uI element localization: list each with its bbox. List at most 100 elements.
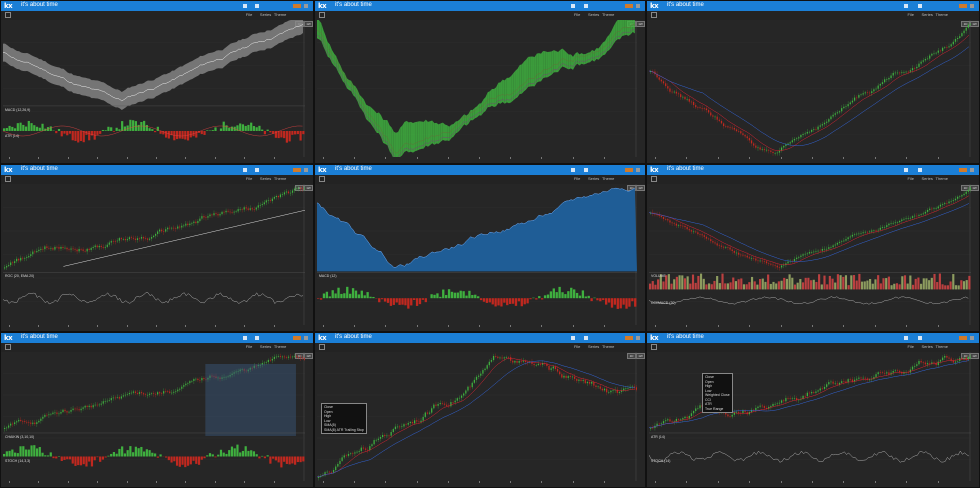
menu-series[interactable]: Series [588,344,599,349]
live-toggle-button[interactable] [625,4,633,8]
menu-file[interactable]: File [574,344,580,349]
grid-icon[interactable] [917,4,922,8]
menu-theme[interactable]: Theme [936,176,948,181]
menu-file[interactable]: File [908,344,914,349]
menu-theme[interactable]: Theme [602,12,614,17]
settings-icon[interactable] [970,4,974,8]
crosshair-tooltip: Close Open High Low SMA(5) SMA(8) ATR Tr… [321,403,367,434]
series-checkbox[interactable] [651,12,657,18]
live-toggle-button[interactable] [625,336,633,340]
menu-series[interactable]: Series [260,344,271,349]
zoom-1w-button[interactable]: 1W [304,185,313,191]
live-toggle-button[interactable] [625,168,633,172]
menu-theme[interactable]: Theme [602,176,614,181]
chart-svg[interactable] [649,20,971,157]
series-checkbox[interactable] [651,176,657,182]
menu-file[interactable]: File [574,176,580,181]
chart-svg[interactable] [649,352,971,481]
series-checkbox[interactable] [319,12,325,18]
series-checkbox[interactable] [5,176,11,182]
grid-icon[interactable] [583,168,588,172]
price-candle [371,444,373,447]
menu-series[interactable]: Series [260,12,271,17]
menu-series[interactable]: Series [260,176,271,181]
bar-chart-icon[interactable] [904,336,909,340]
bar-chart-icon[interactable] [904,168,909,172]
bar-chart-icon[interactable] [570,336,575,340]
menu-file[interactable]: File [574,12,580,17]
menu-series[interactable]: Series [588,176,599,181]
live-toggle-button[interactable] [293,336,301,340]
bar-chart-icon[interactable] [570,4,575,8]
menu-theme[interactable]: Theme [274,344,286,349]
zoom-1w-button[interactable]: 1W [636,21,645,27]
grid-icon[interactable] [255,336,260,340]
settings-icon[interactable] [970,168,974,172]
settings-icon[interactable] [304,336,308,340]
price-candle [783,146,785,148]
grid-icon[interactable] [583,336,588,340]
bar-chart-icon[interactable] [904,4,909,8]
series-checkbox[interactable] [5,12,11,18]
price-candle [967,189,969,192]
settings-icon[interactable] [636,4,640,8]
bar-chart-icon[interactable] [242,168,247,172]
live-toggle-button[interactable] [959,168,967,172]
live-toggle-button[interactable] [959,4,967,8]
price-candle [295,356,298,358]
menu-file[interactable]: File [908,12,914,17]
zoom-1w-button[interactable]: 1W [636,353,645,359]
series-checkbox[interactable] [5,344,11,350]
bar-chart-icon[interactable] [242,4,247,8]
settings-icon[interactable] [304,4,308,8]
zoom-1w-button[interactable]: 1W [970,21,979,27]
grid-icon[interactable] [583,4,588,8]
bar-chart-icon[interactable] [570,168,575,172]
live-toggle-button[interactable] [959,336,967,340]
zoom-1w-button[interactable]: 1W [636,185,645,191]
chart-svg[interactable] [3,352,305,481]
live-toggle-button[interactable] [293,168,301,172]
zoom-1w-button[interactable]: 1W [304,21,313,27]
menu-series[interactable]: Series [922,12,933,17]
menu-file[interactable]: File [246,12,252,17]
menu-file[interactable]: File [908,176,914,181]
grid-icon[interactable] [255,168,260,172]
ichimoku-cloud [515,68,518,99]
menu-file[interactable]: File [246,176,252,181]
menu-theme[interactable]: Theme [936,12,948,17]
settings-icon[interactable] [304,168,308,172]
settings-icon[interactable] [636,336,640,340]
bar-chart-icon[interactable] [242,336,247,340]
menu-file[interactable]: File [246,344,252,349]
menu-series[interactable]: Series [588,12,599,17]
chart-svg[interactable] [3,20,305,157]
chart-svg[interactable] [317,184,637,325]
price-candle [301,188,304,190]
grid-icon[interactable] [917,168,922,172]
zoom-1w-button[interactable]: 1W [970,185,979,191]
selection-region[interactable] [205,363,296,436]
price-candle [263,202,265,205]
menu-theme[interactable]: Theme [936,344,948,349]
zoom-1w-button[interactable]: 1W [970,353,979,359]
menu-series[interactable]: Series [922,176,933,181]
menu-series[interactable]: Series [922,344,933,349]
chart-svg[interactable] [3,184,305,325]
chart-svg[interactable] [317,20,637,157]
grid-icon[interactable] [917,336,922,340]
series-checkbox[interactable] [651,344,657,350]
grid-icon[interactable] [255,4,260,8]
chart-svg[interactable] [649,184,971,325]
series-checkbox[interactable] [319,344,325,350]
menu-theme[interactable]: Theme [274,12,286,17]
zoom-1w-button[interactable]: 1W [304,353,313,359]
live-toggle-button[interactable] [293,4,301,8]
menu-theme[interactable]: Theme [602,344,614,349]
settings-icon[interactable] [970,336,974,340]
series-checkbox[interactable] [319,176,325,182]
macd-bar [35,448,39,457]
price-candle [879,84,881,86]
menu-theme[interactable]: Theme [274,176,286,181]
settings-icon[interactable] [636,168,640,172]
